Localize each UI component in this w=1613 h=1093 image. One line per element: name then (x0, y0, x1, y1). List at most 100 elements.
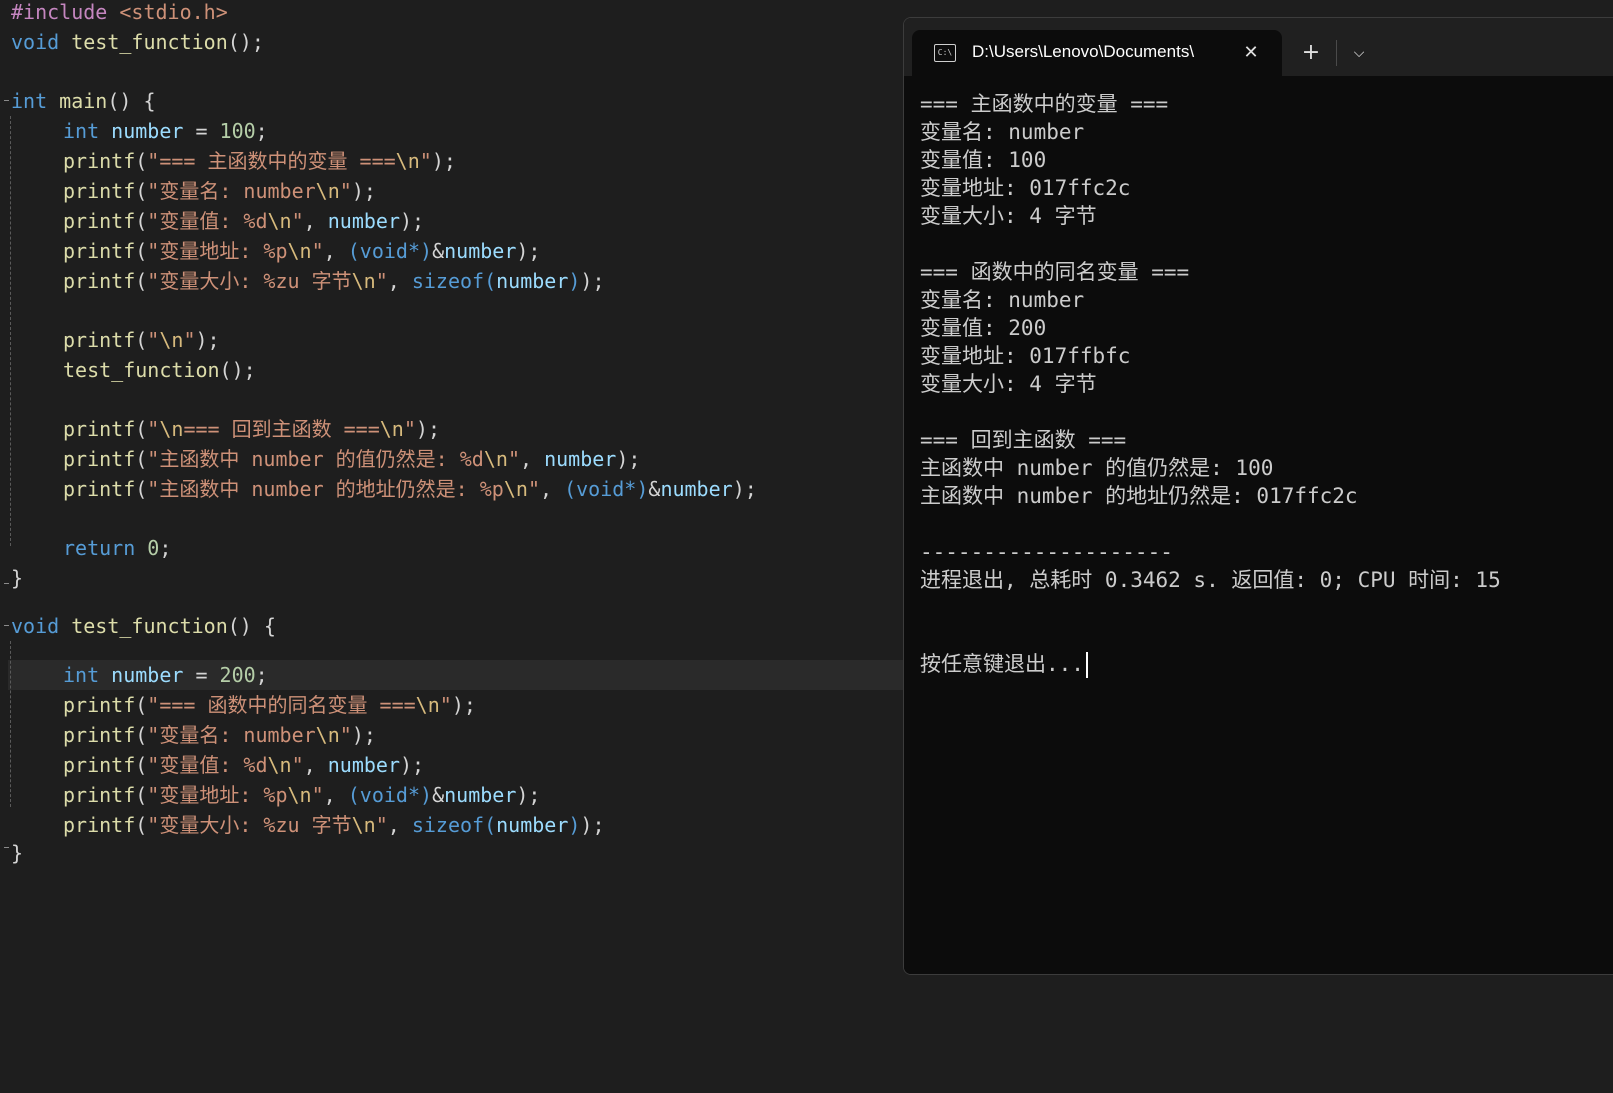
function-name: printf (63, 783, 136, 807)
cast-paren: *) (407, 783, 433, 807)
output-line: 变量名: number (920, 120, 1085, 144)
output-line: 主函数中 number 的值仍然是: 100 (920, 456, 1274, 480)
punctuation: , (387, 813, 412, 837)
close-icon[interactable]: ✕ (1238, 40, 1264, 66)
preprocessor-directive: #include (11, 0, 108, 24)
string-literal: " (311, 239, 324, 263)
punctuation: ); (400, 753, 425, 777)
terminal-titlebar[interactable]: C:\ D:\Users\Lenovo\Documents\ ✕ + ⌵ (904, 18, 1613, 76)
function-name: test_function (59, 614, 228, 638)
operator: & (648, 477, 661, 501)
function-name: printf (63, 477, 136, 501)
function-name: printf (63, 328, 136, 352)
string-literal: " (291, 753, 304, 777)
cast-paren: ( (347, 783, 360, 807)
punctuation: () { (227, 614, 276, 638)
punctuation: ); (580, 269, 605, 293)
string-literal: "=== 主函数中的变量 === (147, 149, 396, 173)
operator: & (432, 783, 445, 807)
code-line-printf: printf("变量名: number\n"); (11, 720, 376, 750)
function-name: printf (63, 693, 136, 717)
variable: number (444, 783, 517, 807)
string-literal: " (375, 813, 388, 837)
string-literal: "变量值: %d (147, 209, 268, 233)
code-line-printf: printf("变量大小: %zu 字节\n", sizeof(number))… (11, 810, 605, 840)
number-literal: 200 (219, 663, 256, 687)
punctuation: ( (135, 417, 148, 441)
escape-sequence: \n (287, 239, 312, 263)
terminal-window[interactable]: C:\ D:\Users\Lenovo\Documents\ ✕ + ⌵ ===… (903, 17, 1613, 975)
paren: ( (484, 269, 497, 293)
punctuation: , (539, 477, 565, 501)
escape-sequence: \n (159, 417, 184, 441)
operator: & (432, 239, 445, 263)
punctuation: ( (135, 239, 148, 263)
terminal-tab[interactable]: C:\ D:\Users\Lenovo\Documents\ ✕ (912, 30, 1282, 76)
string-literal: "主函数中 number 的值仍然是: %d (147, 447, 484, 471)
keyword: int (11, 89, 48, 113)
punctuation: , (303, 753, 328, 777)
output-line: 变量地址: 017ffc2c (920, 176, 1131, 200)
punctuation: , (519, 447, 545, 471)
punctuation: ); (580, 813, 605, 837)
punctuation: ( (135, 693, 148, 717)
new-tab-button[interactable]: + (1296, 38, 1326, 68)
code-line-printf: printf("变量值: %d\n", number); (11, 206, 424, 236)
punctuation: ( (135, 179, 148, 203)
escape-sequence: \n (415, 693, 440, 717)
escape-sequence: \n (503, 477, 528, 501)
variable: number (99, 663, 184, 687)
keyword: void (11, 30, 60, 54)
output-line: 变量地址: 017ffbfc (920, 344, 1131, 368)
chevron-down-icon[interactable]: ⌵ (1344, 38, 1374, 68)
operator: = (183, 663, 220, 687)
function-name: printf (63, 447, 136, 471)
output-line: 变量值: 100 (920, 148, 1047, 172)
code-line-printf: printf("变量地址: %p\n", (void*)&number); (11, 780, 540, 810)
string-literal: "变量地址: %p (147, 239, 288, 263)
code-line-printf: printf("=== 主函数中的变量 ===\n"); (11, 146, 456, 176)
punctuation: ); (351, 179, 376, 203)
punctuation: ( (135, 209, 148, 233)
fold-marker-test-function[interactable] (4, 625, 9, 626)
paren: ( (484, 813, 497, 837)
punctuation: ); (732, 477, 757, 501)
string-literal: "变量大小: %zu 字节 (147, 813, 352, 837)
keyword: void (359, 239, 408, 263)
string-literal: " (439, 693, 452, 717)
function-name: test_function (59, 30, 228, 54)
separator-line: -------------------- (920, 540, 1173, 564)
function-name: printf (63, 417, 136, 441)
code-line-printf: printf("\n=== 回到主函数 ===\n"); (11, 414, 440, 444)
output-line: === 主函数中的变量 === (920, 92, 1169, 116)
cmd-icon: C:\ (934, 44, 956, 62)
code-line-decl-100: int number = 100; (11, 116, 268, 146)
press-any-key-text: 按任意键退出... (920, 652, 1084, 676)
string-literal: "变量地址: %p (147, 783, 288, 807)
punctuation: ; (255, 663, 268, 687)
punctuation: ( (135, 783, 148, 807)
string-literal: " (527, 477, 540, 501)
punctuation: ( (135, 723, 148, 747)
function-name: printf (63, 269, 136, 293)
punctuation: ); (516, 239, 541, 263)
escape-sequence: \n (395, 149, 420, 173)
punctuation: ( (135, 269, 148, 293)
paren: ) (568, 269, 581, 293)
punctuation: ); (400, 209, 425, 233)
escape-sequence: \n (351, 269, 376, 293)
string-literal: "变量值: %d (147, 753, 268, 777)
string-literal: " (339, 179, 352, 203)
punctuation: ( (135, 149, 148, 173)
variable: number (327, 753, 400, 777)
terminal-output[interactable]: === 主函数中的变量 === 变量名: number 变量值: 100 变量地… (904, 76, 1613, 974)
string-literal: "变量名: number (147, 723, 316, 747)
code-line-printf: printf("\n"); (11, 325, 220, 355)
escape-sequence: \n (315, 179, 340, 203)
fold-marker-main[interactable] (4, 100, 9, 101)
string-literal: " (507, 447, 520, 471)
number-literal: 100 (219, 119, 256, 143)
paren: ) (568, 813, 581, 837)
punctuation: ); (516, 783, 541, 807)
function-name: printf (63, 149, 136, 173)
